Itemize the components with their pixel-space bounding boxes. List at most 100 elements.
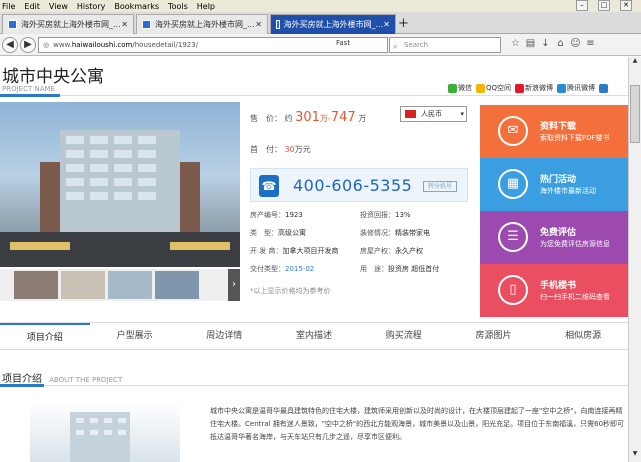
tile-mobile[interactable]: ▯ 手机楼书 扫一扫手机二维码查看: [480, 264, 628, 317]
tab-photos[interactable]: 房源图片: [449, 323, 539, 349]
tab-close-icon[interactable]: ✕: [255, 20, 262, 29]
tile-title: 资料下载: [540, 122, 577, 132]
browser-tab-1[interactable]: 海外买房就上海外楼市网_... ✕: [2, 14, 134, 34]
down-payment-value: 30: [284, 145, 295, 154]
calendar-icon: ▦: [498, 169, 528, 199]
doc-icon: ✉: [498, 116, 528, 146]
detail-item: 用 途：投资房 超低首付: [360, 265, 440, 273]
tab-label: 海外买房就上海外楼市网_...: [283, 20, 384, 29]
section-accent: [0, 384, 44, 387]
detail-item: 开 发 商：加拿大项目开发商: [250, 247, 339, 255]
list-icon: ☰: [498, 222, 528, 252]
menu-help[interactable]: Help: [197, 2, 215, 11]
maximize-icon[interactable]: □: [598, 0, 610, 11]
page-content: 城市中央公寓 PROJECT NAME 微信 QQ空间 新浪微博 腾讯微博 ‹: [0, 57, 628, 462]
tab-close-icon[interactable]: ✕: [383, 20, 390, 29]
phone-icon: ☎: [259, 175, 279, 197]
menu-history[interactable]: History: [77, 2, 105, 11]
tab-surroundings[interactable]: 周边详情: [179, 323, 269, 349]
tile-sub: 海外楼市最新活动: [540, 187, 596, 195]
url-prefix: www.: [53, 41, 72, 49]
price-low: 301: [295, 110, 320, 125]
tab-project-intro[interactable]: 项目介绍: [0, 323, 90, 349]
next-photo-arrow[interactable]: ›: [228, 269, 240, 301]
vertical-scrollbar[interactable]: ▲ ▼: [628, 57, 641, 462]
menu-bookmarks[interactable]: Bookmarks: [114, 2, 159, 11]
browser-tab-3-active[interactable]: 海外买房就上海外楼市网_... ✕: [270, 14, 396, 34]
tab-bar: 海外买房就上海外楼市网_... ✕ 海外买房就上海外楼市网_... ✕ 海外买房…: [0, 12, 641, 34]
detail-item: 投资回报：13%: [360, 211, 411, 219]
price-sep: 万-: [319, 114, 331, 123]
page-subtitle: PROJECT NAME: [2, 85, 55, 93]
price-note: *以上显示价格均为参考价: [250, 287, 331, 295]
menu-tools[interactable]: Tools: [168, 2, 188, 11]
tile-title: 热门活动: [540, 175, 577, 185]
scroll-thumb[interactable]: [630, 85, 640, 143]
price-label: 售 价：: [250, 114, 282, 123]
back-icon[interactable]: ◀: [2, 37, 18, 53]
clipboard-icon[interactable]: ▤: [523, 38, 538, 49]
tile-events[interactable]: ▦ 热门活动 海外楼市最新活动: [480, 158, 628, 211]
wechat-icon: [448, 83, 457, 93]
forward-icon[interactable]: ▶: [20, 37, 36, 53]
tile-title: 免费评估: [540, 228, 577, 238]
plus-icon: [599, 83, 609, 93]
tile-sub: 为您免费评估房源信息: [540, 240, 610, 248]
down-payment-label: 首 付：: [250, 145, 282, 154]
home-icon[interactable]: ⌂: [553, 38, 568, 49]
phone-box: ☎ 400-606-5355 转分机号: [250, 168, 468, 202]
title-divider: [0, 95, 628, 96]
tile-sub: 索取资料下载PDF楼书: [540, 134, 610, 142]
scroll-down-icon[interactable]: ▼: [629, 450, 641, 462]
browser-tab-2[interactable]: 海外买房就上海外楼市网_... ✕: [136, 14, 268, 34]
share-tencent[interactable]: 腾讯微博: [557, 83, 595, 93]
project-image: [30, 402, 180, 462]
extension-tag[interactable]: 转分机号: [423, 181, 457, 192]
close-icon[interactable]: ✕: [620, 0, 632, 11]
star-icon[interactable]: ☆: [508, 38, 523, 49]
section-divider: [0, 385, 628, 386]
url-host: haiwailoushi.com: [71, 41, 133, 49]
download-icon[interactable]: ↓: [538, 38, 553, 49]
site-favicon-icon: [142, 20, 151, 29]
scroll-up-icon[interactable]: ▲: [629, 57, 641, 69]
search-placeholder: Search: [404, 41, 429, 49]
qzone-icon: [476, 83, 485, 93]
menu-file[interactable]: File: [2, 2, 15, 11]
new-tab-icon[interactable]: +: [398, 16, 409, 31]
menu-edit[interactable]: Edit: [24, 2, 40, 11]
tab-interior[interactable]: 室内描述: [269, 323, 359, 349]
currency-value: 人民币: [421, 110, 442, 118]
tab-close-icon[interactable]: ✕: [121, 20, 128, 29]
minimize-icon[interactable]: –: [576, 0, 588, 11]
chat-icon[interactable]: ☺: [568, 38, 583, 49]
currency-select[interactable]: 人民币 ▾: [400, 106, 467, 122]
search-input[interactable]: ⌕ Search: [389, 37, 501, 53]
thumbnail[interactable]: [108, 271, 152, 299]
project-description: 城市中央公寓是温哥华最具建筑特色的住宅大楼，建筑师采用创新以及时尚的设计，在大楼…: [210, 407, 625, 441]
tencent-weibo-icon: [557, 83, 567, 93]
thumbnail[interactable]: [155, 271, 199, 299]
tab-similar[interactable]: 相似房源: [538, 323, 628, 349]
tab-purchase-process[interactable]: 购买流程: [359, 323, 449, 349]
share-weibo[interactable]: 新浪微博: [515, 83, 553, 93]
building-sketch: [70, 412, 130, 462]
share-bar: 微信 QQ空间 新浪微博 腾讯微博: [448, 83, 613, 93]
navigation-bar: ◀ ▶ ◎ www. haiwailoushi.com /housedetail…: [0, 34, 641, 56]
thumbnail[interactable]: [61, 271, 105, 299]
search-icon: ⌕: [393, 42, 398, 51]
menu-icon[interactable]: ≡: [583, 38, 598, 49]
thumbnail[interactable]: [14, 271, 58, 299]
phone-number[interactable]: 400-606-5355: [293, 176, 412, 195]
menu-view[interactable]: View: [49, 2, 68, 11]
share-wechat[interactable]: 微信: [448, 83, 472, 93]
tile-evaluation[interactable]: ☰ 免费评估 为您免费评估房源信息: [480, 211, 628, 264]
tab-floor-plans[interactable]: 户型展示: [90, 323, 180, 349]
share-more[interactable]: [599, 83, 609, 93]
tile-download[interactable]: ✉ 资料下载 索取资料下载PDF楼书: [480, 105, 628, 158]
share-qzone[interactable]: QQ空间: [476, 83, 511, 93]
detail-item: 房屋产权：永久产权: [360, 247, 423, 255]
globe-icon: ◎: [43, 41, 50, 49]
url-fast-label[interactable]: Fast: [336, 39, 350, 47]
section-title-en: ABOUT THE PROJECT: [49, 376, 123, 384]
